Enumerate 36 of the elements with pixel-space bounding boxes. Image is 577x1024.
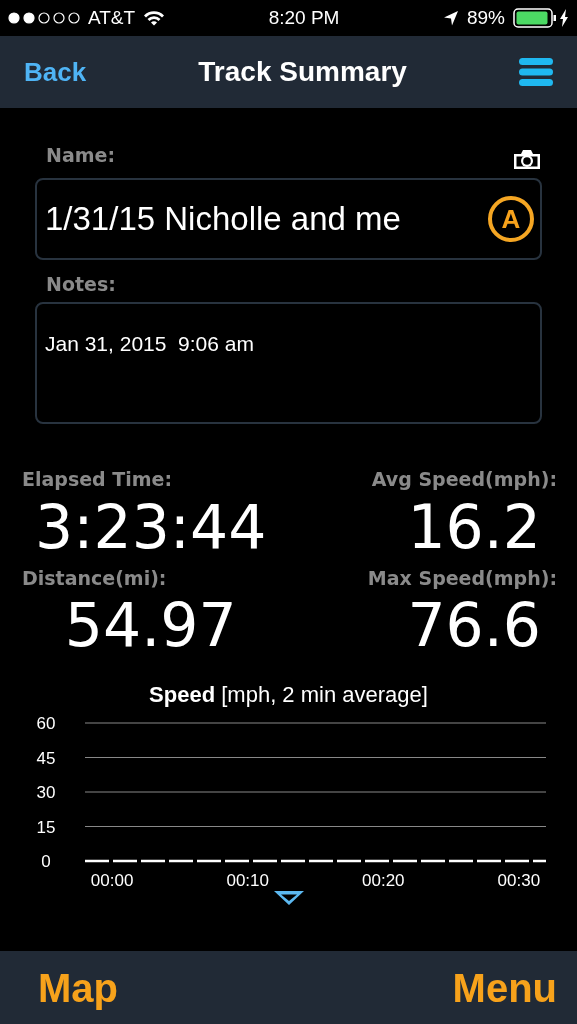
auto-button[interactable]: A	[488, 195, 534, 242]
charging-bolt-icon	[559, 9, 569, 27]
notes-label: Notes:	[45, 271, 117, 297]
y-tick-label: 0	[41, 852, 51, 871]
page-title: Track Summary	[198, 55, 407, 89]
x-tick-label: 00:30	[497, 871, 541, 890]
stat-label: Avg Speed(mph):	[371, 467, 557, 492]
name-label: Name:	[46, 143, 115, 168]
stat-value: 76.6	[407, 592, 541, 658]
x-tick-label: 00:00	[90, 871, 134, 890]
notes-field[interactable]: Jan 31, 2015 9:06 am	[35, 302, 542, 424]
menu-link[interactable]: Menu	[452, 957, 557, 1018]
battery-percent: 89%	[466, 5, 505, 30]
y-tick-label: 30	[36, 783, 56, 802]
back-link[interactable]: Back	[24, 52, 87, 92]
stat-value: 3:23:44	[35, 493, 267, 560]
menu-icon[interactable]	[519, 58, 553, 86]
status-time: 8:20 PM	[268, 5, 340, 30]
stat-label: Elapsed Time:	[22, 467, 173, 492]
stat-label: Distance(mi):	[22, 565, 167, 591]
x-tick-label: 00:10	[226, 871, 269, 890]
y-tick-label: 60	[36, 714, 56, 733]
map-link[interactable]: Map	[38, 957, 118, 1018]
stat-value: 16.2	[407, 493, 541, 560]
battery-icon	[513, 8, 557, 28]
y-tick-label: 45	[36, 748, 56, 768]
stat-label: Max Speed(mph):	[367, 565, 557, 591]
chart-title: Speed [mph, 2 min average]	[148, 681, 429, 709]
y-tick-label: 15	[36, 817, 56, 837]
camera-icon[interactable]	[512, 147, 542, 170]
x-tick-label: 00:20	[362, 871, 405, 890]
stat-value: 54.97	[64, 592, 237, 658]
location-arrow-icon	[442, 10, 459, 26]
name-field[interactable]: 1/31/15 Nicholle and me A	[35, 177, 542, 260]
carrier-name: AT&T	[88, 5, 136, 30]
wifi-icon	[143, 10, 166, 26]
